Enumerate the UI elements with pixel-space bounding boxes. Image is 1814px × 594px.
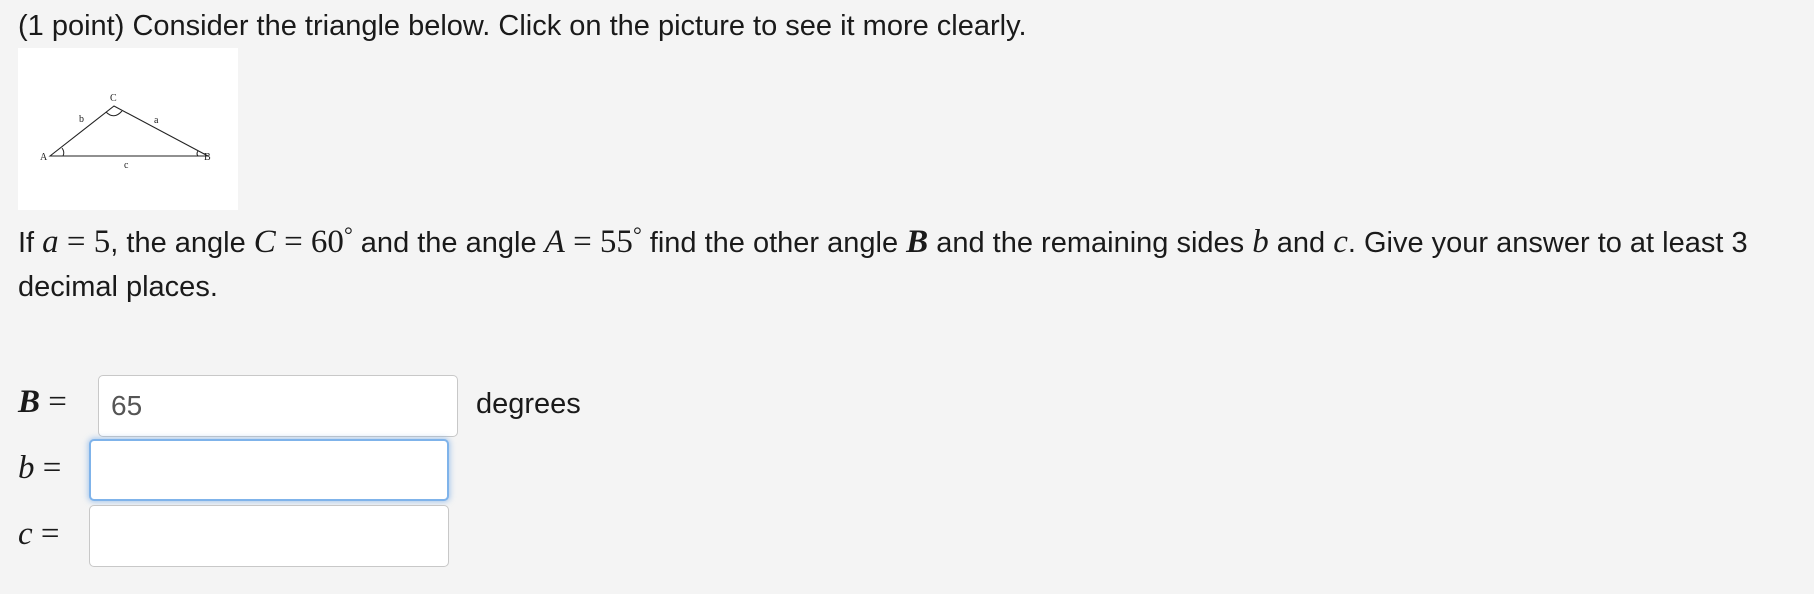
value-c-angle: = 60: [275, 224, 344, 260]
label-var: B: [18, 384, 41, 420]
angle-b-input[interactable]: [98, 375, 458, 437]
degree-symbol: °: [632, 222, 642, 247]
vertex-label-c: C: [110, 93, 117, 104]
label-eq: =: [32, 516, 60, 552]
triangle-diagram: C A B b a c: [40, 93, 211, 171]
vertex-label-b: B: [204, 152, 211, 163]
answer-label-side-b: b =: [18, 448, 61, 488]
triangle-figure[interactable]: C A B b a c: [18, 48, 238, 210]
value-a-angle: = 55: [564, 224, 633, 260]
side-b-input[interactable]: [89, 439, 449, 501]
vertex-label-a: A: [40, 152, 48, 163]
value-a: = 5: [58, 224, 111, 260]
var-b: b: [1252, 224, 1269, 260]
question-part: and the remaining sides: [928, 227, 1253, 259]
label-var: b: [18, 450, 35, 486]
side-label-a: a: [154, 115, 159, 126]
question-part: find the other angle: [641, 227, 907, 259]
answer-label-angle-b: B =: [18, 382, 67, 422]
var-c-angle: C: [253, 224, 276, 260]
label-eq: =: [34, 450, 62, 486]
degree-symbol: °: [343, 222, 353, 247]
label-var: c: [18, 516, 33, 552]
question-part: and the angle: [352, 227, 545, 259]
label-eq: =: [40, 384, 67, 420]
intro-text: Consider the triangle below. Click on th…: [124, 10, 1027, 42]
side-label-b: b: [79, 114, 84, 125]
degrees-unit-label: degrees: [476, 388, 581, 420]
problem-intro: (1 point) Consider the triangle below. C…: [18, 6, 1027, 46]
side-label-c: c: [124, 160, 129, 171]
point-value: (1 point): [18, 10, 125, 42]
var-c: c: [1333, 224, 1348, 260]
question-part: If: [18, 227, 43, 259]
question-part: , the angle: [110, 227, 254, 259]
var-a: a: [42, 224, 59, 260]
question-text: If a = 5, the angle C = 60° and the angl…: [18, 213, 1808, 309]
question-part: and: [1268, 227, 1334, 259]
side-c-input[interactable]: [89, 505, 449, 567]
var-a-angle: A: [544, 224, 565, 260]
answer-label-side-c: c =: [18, 514, 60, 554]
var-b-angle: B: [906, 224, 929, 260]
